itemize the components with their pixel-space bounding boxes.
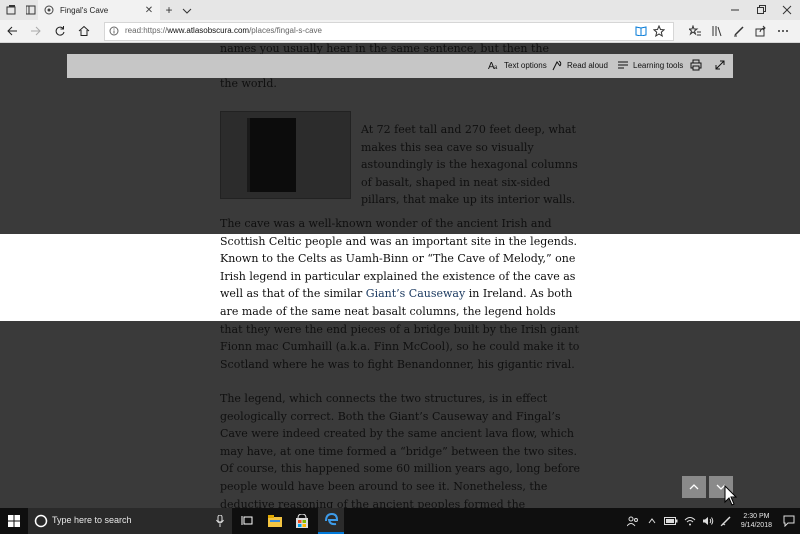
tab-actions <box>4 3 38 17</box>
article-text: The legend, which connects the two struc… <box>220 392 580 508</box>
reading-view-toolbar: Aa Text options Read aloud Learning tool… <box>67 54 733 78</box>
site-info-icon[interactable] <box>109 26 119 36</box>
more-options-icon[interactable] <box>776 24 790 38</box>
home-icon[interactable] <box>76 24 92 38</box>
window-controls <box>722 0 800 20</box>
url-prefix: read:https:// <box>125 26 168 35</box>
windows-taskbar: Type here to search 2:30 PM 9/14/2018 <box>0 508 800 534</box>
previous-page-button[interactable] <box>682 476 706 498</box>
svg-text:a: a <box>494 65 498 71</box>
close-window-icon[interactable] <box>774 0 800 20</box>
favorite-star-icon[interactable] <box>653 25 665 37</box>
store-icon[interactable] <box>290 508 314 534</box>
read-aloud-icon <box>551 59 563 71</box>
url-text: read:https://www.atlasobscura.com/places… <box>125 26 322 35</box>
article-paragraph-2: The cave was a well-known wonder of the … <box>220 215 580 373</box>
tab-fingals-cave[interactable]: Fingal's Cave ✕ <box>38 0 160 20</box>
tab-bar: Fingal's Cave ✕ + <box>0 0 800 20</box>
article-text: At 72 feet tall and 270 feet deep, what … <box>361 123 578 207</box>
search-placeholder: Type here to search <box>52 515 132 525</box>
article-paragraph-1: At 72 feet tall and 270 feet deep, what … <box>361 110 581 220</box>
volume-icon[interactable] <box>699 508 717 534</box>
browser-tools <box>688 24 800 38</box>
learning-tools-icon <box>617 59 629 71</box>
refresh-icon[interactable] <box>52 24 68 38</box>
full-screen-icon <box>714 59 726 71</box>
url-domain: www.atlasobscura.com <box>167 26 250 35</box>
start-button[interactable] <box>0 508 28 534</box>
article-image <box>220 111 351 199</box>
full-screen-button[interactable] <box>714 59 726 71</box>
taskbar-clock[interactable]: 2:30 PM 9/14/2018 <box>741 512 772 530</box>
print-button[interactable] <box>690 59 702 71</box>
maximize-icon[interactable] <box>748 0 774 20</box>
battery-icon[interactable] <box>661 508 681 534</box>
pen-workspace-icon[interactable] <box>717 508 735 534</box>
taskbar-search-box[interactable]: Type here to search <box>28 508 232 534</box>
network-wifi-icon[interactable] <box>681 508 699 534</box>
learning-tools-label: Learning tools <box>633 60 684 70</box>
learning-tools-button[interactable]: Learning tools <box>617 59 683 71</box>
tab-preview-chevron-icon[interactable] <box>181 3 193 17</box>
favorites-icon[interactable] <box>688 24 702 38</box>
new-tab-button[interactable]: + <box>163 3 175 17</box>
print-icon <box>690 59 702 71</box>
microphone-icon[interactable] <box>216 515 224 527</box>
address-toolbar: read:https://www.atlasobscura.com/places… <box>0 20 800 43</box>
show-hidden-icons-chevron-icon[interactable] <box>643 508 661 534</box>
article-text: The cave was a well-known wonder of the … <box>220 215 580 373</box>
text-options-label: Text options <box>504 60 547 70</box>
pen-notes-icon[interactable] <box>732 24 746 38</box>
cortana-icon <box>34 514 48 528</box>
back-arrow-icon[interactable] <box>4 24 20 38</box>
image-sign <box>247 118 296 192</box>
action-center-icon[interactable] <box>778 508 800 534</box>
read-aloud-button[interactable]: Read aloud <box>551 59 608 71</box>
minimize-icon[interactable] <box>722 0 748 20</box>
close-tab-icon[interactable]: ✕ <box>142 3 156 17</box>
address-field[interactable]: read:https://www.atlasobscura.com/places… <box>104 22 674 41</box>
chevron-up-icon <box>689 484 699 490</box>
read-aloud-label: Read aloud <box>567 60 608 70</box>
tabs-aside-icon[interactable] <box>24 3 38 17</box>
reading-view: names you usually hear in the same sente… <box>0 43 800 508</box>
system-tray: 2:30 PM 9/14/2018 <box>623 508 800 534</box>
reading-list-icon[interactable] <box>710 24 724 38</box>
task-view-icon[interactable] <box>236 508 258 534</box>
forward-arrow-icon[interactable] <box>28 24 44 38</box>
atlas-obscura-favicon-icon <box>44 5 54 15</box>
windows-logo-icon <box>8 515 20 527</box>
tab-title: Fingal's Cave <box>60 5 109 15</box>
edge-taskbar-icon[interactable] <box>318 508 344 534</box>
people-icon[interactable] <box>623 508 643 534</box>
set-aside-tabs-icon[interactable] <box>4 3 18 17</box>
file-explorer-icon[interactable] <box>263 508 287 534</box>
clock-date: 9/14/2018 <box>740 522 772 529</box>
mouse-cursor-icon <box>724 485 738 506</box>
giants-causeway-link[interactable]: Giant’s Causeway <box>366 287 465 300</box>
text-options-button[interactable]: Aa Text options <box>488 59 547 72</box>
text-options-icon: Aa <box>488 59 500 71</box>
clock-time: 2:30 PM <box>743 513 770 520</box>
reading-view-icon[interactable] <box>635 26 647 36</box>
article-paragraph-3: The legend, which connects the two struc… <box>220 390 580 508</box>
url-path: /places/fingal-s-cave <box>249 26 322 35</box>
share-icon[interactable] <box>754 24 768 38</box>
